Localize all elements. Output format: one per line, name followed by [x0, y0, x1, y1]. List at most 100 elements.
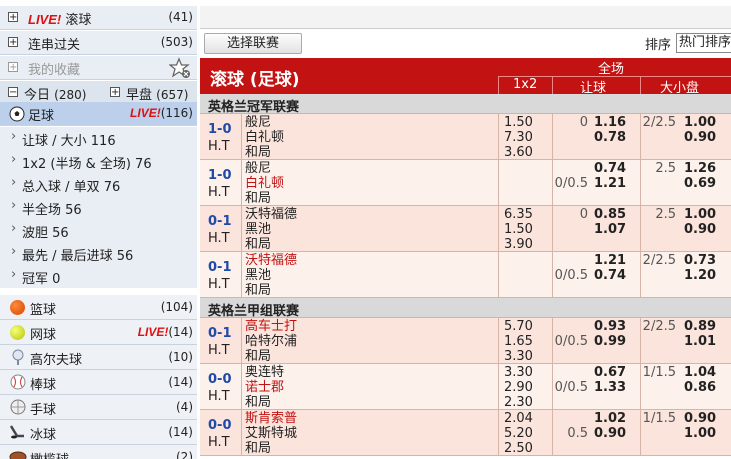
- home-team[interactable]: 高车士打: [245, 319, 297, 334]
- chevron-right-icon: ›: [11, 175, 17, 190]
- away-team[interactable]: 白礼顿: [245, 130, 284, 145]
- tab-today[interactable]: 今日 (280): [24, 84, 86, 103]
- odds-1x2[interactable]: 1.65: [504, 334, 533, 349]
- away-team[interactable]: 黑池: [245, 268, 271, 283]
- under-odds[interactable]: 1.01: [684, 334, 716, 349]
- odds-1x2[interactable]: 3.60: [504, 145, 533, 160]
- sidebar-item-inplay[interactable]: + LIVE! 滚球 (41): [0, 6, 197, 30]
- odds-1x2[interactable]: 3.30: [504, 349, 533, 364]
- handicap-away-odds[interactable]: 0.90: [594, 426, 626, 441]
- handicap-home-odds[interactable]: 1.21: [594, 253, 626, 268]
- col-1x2: 1x2: [513, 77, 538, 92]
- odds-1x2[interactable]: 2.04: [504, 411, 533, 426]
- sport-item[interactable]: 篮球 (104): [0, 295, 197, 320]
- sport-item[interactable]: 冰球 (14): [0, 420, 197, 445]
- table-row: 1-0 H.T 般尼 白礼顿 和局 0/0.5 0.74 1.21 2.5 1.26 0.69: [200, 160, 731, 206]
- handicap-away-odds[interactable]: 0.99: [594, 334, 626, 349]
- under-odds[interactable]: 0.86: [684, 380, 716, 395]
- sport-item[interactable]: 网球 LIVE!(14): [0, 320, 197, 345]
- away-team[interactable]: 艾斯特城: [245, 426, 297, 441]
- sidebar-item-favorites[interactable]: + 我的收藏: [0, 56, 197, 80]
- league-header: 英格兰甲组联赛: [200, 298, 731, 319]
- handicap-line: 0.5: [567, 426, 588, 441]
- handicap-line: 0: [579, 115, 588, 130]
- early-count: (657): [156, 88, 189, 102]
- odds-1x2[interactable]: 7.30: [504, 130, 533, 145]
- odds-1x2[interactable]: 6.35: [504, 207, 533, 222]
- parlay-count: (503): [160, 35, 193, 49]
- over-odds[interactable]: 0.89: [684, 319, 716, 334]
- home-team[interactable]: 斯肯索普: [245, 411, 297, 426]
- odds-1x2[interactable]: 2.30: [504, 395, 533, 410]
- handicap-home-odds[interactable]: 0.67: [594, 365, 626, 380]
- sort-select[interactable]: 热门排序: [676, 33, 731, 53]
- over-odds[interactable]: 0.90: [684, 411, 716, 426]
- bet-type-item[interactable]: › 1x2 (半场 & 全场) 76: [0, 150, 197, 173]
- expand-icon[interactable]: +: [110, 87, 120, 98]
- sidebar-item-parlay[interactable]: + 连串过关 (503): [0, 31, 197, 55]
- over-odds[interactable]: 1.26: [684, 161, 716, 176]
- bet-type-item[interactable]: › 最先 / 最后进球 56: [0, 242, 197, 265]
- sport-item[interactable]: 棒球 (14): [0, 370, 197, 395]
- over-under-line: 1/1.5: [642, 411, 676, 426]
- sidebar-item-football[interactable]: 足球 LIVE!(116): [0, 102, 197, 126]
- over-odds[interactable]: 0.73: [684, 253, 716, 268]
- odds-1x2[interactable]: 2.50: [504, 441, 533, 456]
- handicap-away-odds[interactable]: 0.78: [594, 130, 626, 145]
- collapse-icon[interactable]: −: [8, 87, 18, 98]
- under-odds[interactable]: 1.20: [684, 268, 716, 283]
- bet-type-item[interactable]: › 冠军 0: [0, 265, 197, 288]
- expand-icon[interactable]: +: [8, 37, 18, 48]
- away-team[interactable]: 白礼顿: [245, 176, 284, 191]
- handicap-home-odds[interactable]: 0.93: [594, 319, 626, 334]
- over-under-line: 1/1.5: [642, 365, 676, 380]
- tab-early[interactable]: 早盘 (657): [126, 84, 188, 103]
- handicap-home-odds[interactable]: 1.02: [594, 411, 626, 426]
- under-odds[interactable]: 0.90: [684, 222, 716, 237]
- odds-1x2[interactable]: 3.90: [504, 237, 533, 252]
- draw-label: 和局: [245, 349, 272, 364]
- odds-1x2[interactable]: 2.90: [504, 380, 533, 395]
- expand-icon[interactable]: +: [8, 62, 18, 73]
- sport-item[interactable]: 橄榄球 (2): [0, 445, 197, 459]
- select-league-button[interactable]: 选择联赛: [204, 33, 302, 54]
- bet-type-item[interactable]: › 总入球 / 单双 76: [0, 173, 197, 196]
- over-odds[interactable]: 1.00: [684, 115, 716, 130]
- away-team[interactable]: 哈特尔浦: [245, 334, 297, 349]
- home-team[interactable]: 沃特福德: [245, 207, 297, 222]
- odds-1x2[interactable]: 1.50: [504, 222, 533, 237]
- odds-1x2[interactable]: 3.30: [504, 365, 533, 380]
- handicap-home-odds[interactable]: 0.85: [594, 207, 626, 222]
- home-team[interactable]: 沃特福德: [245, 253, 297, 268]
- handicap-home-odds[interactable]: 0.74: [594, 161, 626, 176]
- under-odds[interactable]: 0.69: [684, 176, 716, 191]
- over-odds[interactable]: 1.04: [684, 365, 716, 380]
- handicap-away-odds[interactable]: 0.74: [594, 268, 626, 283]
- bet-type-label: 让球 / 大小 116: [22, 134, 116, 149]
- home-team[interactable]: 般尼: [245, 161, 271, 176]
- bet-type-item[interactable]: › 让球 / 大小 116: [0, 127, 197, 150]
- star-icon: [169, 57, 190, 78]
- handicap-away-odds[interactable]: 1.33: [594, 380, 626, 395]
- handicap-line: 0/0.5: [554, 268, 588, 283]
- handicap-away-odds[interactable]: 1.21: [594, 176, 626, 191]
- odds-1x2[interactable]: 5.20: [504, 426, 533, 441]
- under-odds[interactable]: 0.90: [684, 130, 716, 145]
- away-team[interactable]: 黑池: [245, 222, 271, 237]
- match-period: H.T: [208, 277, 230, 292]
- over-odds[interactable]: 1.00: [684, 207, 716, 222]
- expand-icon[interactable]: +: [8, 12, 18, 23]
- handicap-home-odds[interactable]: 1.16: [594, 115, 626, 130]
- bet-type-item[interactable]: › 半全场 56: [0, 196, 197, 219]
- home-team[interactable]: 般尼: [245, 115, 271, 130]
- sport-item[interactable]: 高尔夫球 (10): [0, 345, 197, 370]
- handicap-away-odds[interactable]: 1.07: [594, 222, 626, 237]
- sport-item[interactable]: 手球 (4): [0, 395, 197, 420]
- odds-1x2[interactable]: 5.70: [504, 319, 533, 334]
- odds-1x2[interactable]: 1.50: [504, 115, 533, 130]
- home-team[interactable]: 奥连特: [245, 365, 284, 380]
- under-odds[interactable]: 1.00: [684, 426, 716, 441]
- match-score: 1-0: [208, 122, 232, 137]
- away-team[interactable]: 诺士郡: [245, 380, 284, 395]
- bet-type-item[interactable]: › 波胆 56: [0, 219, 197, 242]
